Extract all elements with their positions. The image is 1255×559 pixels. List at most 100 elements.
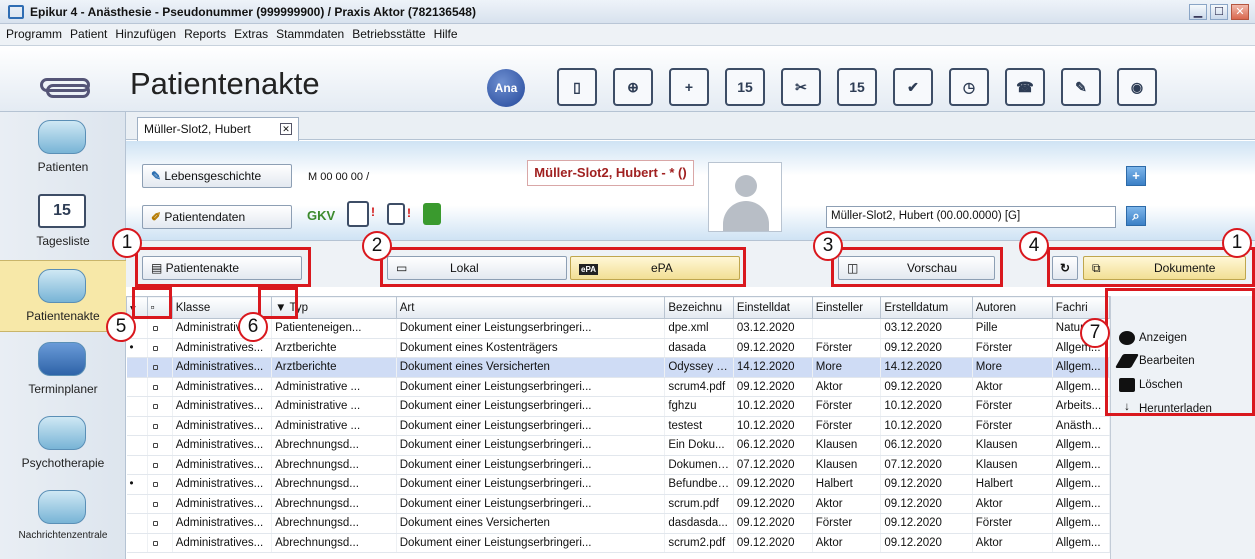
row-marker-cell bbox=[126, 513, 148, 534]
einsteller-cell: Aktor bbox=[812, 533, 882, 553]
sidebar-item-tagesliste[interactable]: 15 Tagesliste bbox=[0, 186, 126, 258]
edit-form-icon[interactable]: ✎ bbox=[1061, 68, 1101, 106]
menu-bar: Programm Patient Hinzufügen Reports Extras St… bbox=[0, 24, 1255, 46]
menu-hilfe[interactable]: Hilfe bbox=[430, 24, 462, 41]
table-row[interactable]: Administratives... Abrechnungsd... Dokumen… bbox=[126, 435, 1110, 456]
row-marker-cell: • bbox=[126, 474, 148, 495]
autoren-cell: Förster bbox=[972, 416, 1053, 436]
einstelldatum-cell: 09.12.2020 bbox=[733, 338, 813, 358]
sidebar-item-patienten[interactable]: Patienten bbox=[0, 112, 126, 184]
minimize-button[interactable]: ▁ bbox=[1189, 4, 1207, 20]
table-row[interactable]: Administratives... Arztberichte Dokument e… bbox=[126, 357, 1110, 378]
close-tab-icon[interactable]: ✕ bbox=[280, 123, 292, 135]
art-cell: Dokument einer Leistungserbringeri... bbox=[396, 396, 666, 417]
menu-patient[interactable]: Patient bbox=[66, 24, 111, 41]
column-header-bezeichnung[interactable]: Bezeichnu bbox=[664, 296, 734, 319]
documents-table: ▾ ▫ Klasse ▼ Typ Art Bezeichnu Einstelld… bbox=[126, 296, 1110, 559]
avatar-body bbox=[723, 201, 769, 231]
row-marker-cell bbox=[126, 455, 148, 475]
patientendaten-label: Patientendaten bbox=[164, 210, 246, 224]
row-flag-cell bbox=[147, 513, 173, 534]
search-icon[interactable]: ⌕ bbox=[1126, 206, 1146, 226]
highlight-box-4 bbox=[1047, 247, 1255, 287]
highlight-box-2 bbox=[380, 247, 746, 287]
sidebar-item-nachrichtenzentrale[interactable]: Nachrichtenzentrale bbox=[0, 482, 126, 554]
typ-cell: Abrechnungsd... bbox=[271, 494, 397, 514]
row-marker-cell bbox=[126, 494, 148, 514]
table-row[interactable]: Administratives... Administrative ... Doku… bbox=[126, 377, 1110, 397]
sidebar-item-terminplaner[interactable]: Terminplaner bbox=[0, 334, 126, 406]
column-header-fachrichtung[interactable]: Fachri bbox=[1051, 296, 1110, 319]
erstelldatum-cell: 09.12.2020 bbox=[880, 377, 973, 397]
klasse-cell: Administratives... bbox=[172, 494, 273, 514]
column-header-einstelldatum[interactable]: Einstelldat bbox=[732, 296, 813, 319]
column-header-erstelldatum[interactable]: Erstelldatum bbox=[880, 296, 973, 319]
row-flag-cell bbox=[147, 318, 173, 339]
table-row[interactable]: Administratives... Administrative ... Doku… bbox=[126, 396, 1110, 417]
menu-stammdaten[interactable]: Stammdaten bbox=[272, 24, 348, 41]
typ-cell: Arztberichte bbox=[271, 338, 397, 358]
sidebar-item-psychotherapie[interactable]: Psychotherapie bbox=[0, 408, 126, 480]
erstelldatum-cell: 09.12.2020 bbox=[880, 533, 973, 553]
card-warning-icon[interactable]: ! bbox=[347, 201, 375, 227]
column-header-art[interactable]: Art bbox=[395, 296, 666, 319]
add-icon[interactable]: + bbox=[1126, 166, 1146, 186]
lebensgeschichte-button[interactable]: ✎ Lebensgeschichte bbox=[142, 164, 292, 188]
erstelldatum-cell: 09.12.2020 bbox=[880, 474, 973, 495]
menu-extras[interactable]: Extras bbox=[230, 24, 272, 41]
einstelldatum-cell: 10.12.2020 bbox=[733, 396, 813, 417]
menu-betriebsstaette[interactable]: Betriebsstätte bbox=[348, 24, 429, 41]
status-dot-icon bbox=[152, 326, 158, 332]
tab-patient[interactable]: Müller-Slot2, Hubert ✕ bbox=[137, 117, 299, 141]
patient-search-input[interactable]: Müller-Slot2, Hubert (00.00.0000) [G] bbox=[826, 206, 1116, 228]
ana-badge[interactable]: Ana bbox=[487, 69, 525, 107]
status-dot-icon bbox=[152, 384, 158, 390]
epa-unlock-icon[interactable] bbox=[423, 203, 441, 225]
status-dot-icon bbox=[152, 404, 158, 410]
bezeichnung-cell: dpe.xml bbox=[664, 318, 734, 339]
status-dot-icon bbox=[152, 365, 158, 371]
camera-icon[interactable]: ◉ bbox=[1117, 68, 1157, 106]
calendar-search-icon[interactable]: 15 bbox=[725, 68, 765, 106]
table-row[interactable]: • Administratives... Arztberichte Dokument … bbox=[126, 338, 1110, 358]
table-row[interactable]: Administratives... Abrechnungsd... Dokumen… bbox=[126, 455, 1110, 475]
close-button[interactable]: ✕ bbox=[1231, 4, 1249, 20]
table-row[interactable]: Administratives... Patienteneigen... Dokum… bbox=[126, 318, 1110, 339]
maximize-button[interactable]: ☐ bbox=[1210, 4, 1228, 20]
phone-list-icon[interactable]: ☎ bbox=[1005, 68, 1045, 106]
bezeichnung-cell: Odyssey G... bbox=[664, 357, 734, 378]
table-row[interactable]: Administratives... Abrechnungsd... Dokumen… bbox=[126, 533, 1110, 553]
callout-6: 6 bbox=[238, 312, 268, 342]
book-icon: ✎ bbox=[151, 169, 165, 183]
row-marker-cell bbox=[126, 533, 148, 553]
add-person-icon[interactable]: + bbox=[669, 68, 709, 106]
menu-hinzufuegen[interactable]: Hinzufügen bbox=[111, 24, 180, 41]
column-header-autoren[interactable]: Autoren bbox=[971, 296, 1053, 319]
status-dot-icon bbox=[152, 345, 158, 351]
app-icon bbox=[8, 5, 24, 19]
card-reader-icon[interactable]: ▯ bbox=[557, 68, 597, 106]
typ-cell: Arztberichte bbox=[271, 357, 397, 378]
table-row[interactable]: • Administratives... Abrechnungsd... Dokume… bbox=[126, 474, 1110, 495]
add-patients-icon[interactable]: ⊕ bbox=[613, 68, 653, 106]
art-cell: Dokument einer Leistungserbringeri... bbox=[396, 533, 666, 553]
column-header-einsteller[interactable]: Einsteller bbox=[811, 296, 882, 319]
table-row[interactable]: Administratives... Abrechnungsd... Dokumen… bbox=[126, 494, 1110, 514]
fachrichtung-cell: Anästh... bbox=[1052, 416, 1110, 436]
lock-warning-icon[interactable]: ! bbox=[387, 203, 411, 225]
table-row[interactable]: Administratives... Abrechnungsd... Dokumen… bbox=[126, 513, 1110, 534]
sidebar-item-label: Patienten bbox=[37, 160, 89, 174]
menu-reports[interactable]: Reports bbox=[180, 24, 230, 41]
art-cell: Dokument einer Leistungserbringeri... bbox=[396, 494, 666, 514]
calendar-list-icon[interactable]: 15 bbox=[837, 68, 877, 106]
title-bar: Epikur 4 - Anästhesie - Pseudonummer (99… bbox=[0, 0, 1255, 24]
patientendaten-button[interactable]: ✐ Patientendaten bbox=[142, 205, 292, 229]
checklist-icon[interactable]: ✔ bbox=[893, 68, 933, 106]
clock-list-icon[interactable]: ◷ bbox=[949, 68, 989, 106]
menu-programm[interactable]: Programm bbox=[2, 24, 66, 41]
erstelldatum-cell: 03.12.2020 bbox=[880, 318, 973, 339]
tools-icon[interactable]: ✂ bbox=[781, 68, 821, 106]
table-row[interactable]: Administratives... Administrative ... Doku… bbox=[126, 416, 1110, 436]
row-flag-cell bbox=[147, 396, 173, 417]
patient-id: M 00 00 00 / bbox=[308, 171, 370, 183]
